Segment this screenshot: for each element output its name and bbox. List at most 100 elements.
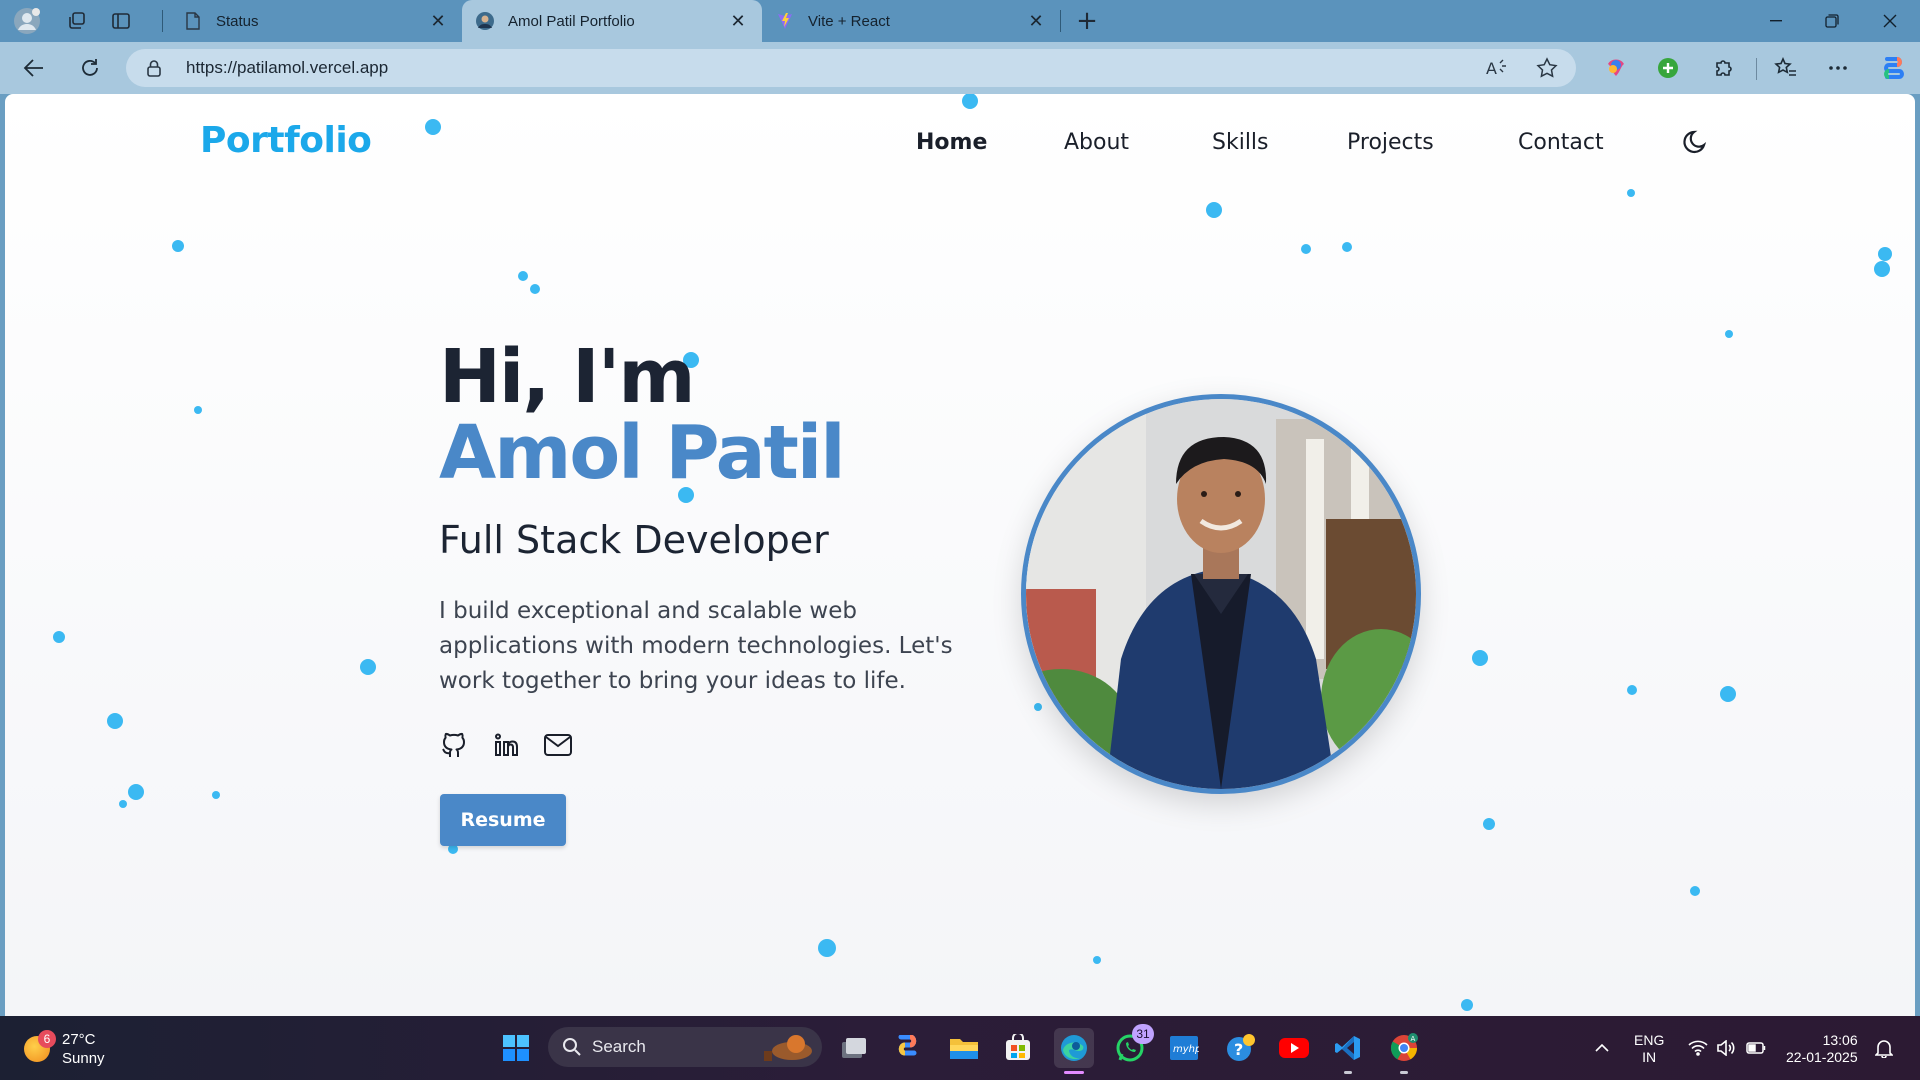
mail-icon[interactable] (543, 730, 573, 760)
show-hidden-icons-icon[interactable] (1592, 1032, 1612, 1064)
copilot-icon[interactable] (1878, 52, 1910, 84)
hero-greeting: Hi, I'm (439, 334, 695, 420)
vscode-icon[interactable] (1328, 1028, 1368, 1074)
weather-temp: 27°C (62, 1031, 96, 1048)
battery-icon[interactable] (1744, 1032, 1768, 1064)
tab-title: Vite + React (808, 12, 890, 30)
page-viewport: Portfolio Home About Skills Projects Con… (5, 94, 1915, 1016)
particle-dot (212, 791, 220, 799)
tab-vite-react[interactable]: Vite + React ✕ (762, 0, 1060, 42)
particle-dot (1034, 703, 1042, 711)
youtube-icon[interactable] (1274, 1028, 1314, 1068)
address-bar[interactable]: https://patilamol.vercel.app A (126, 49, 1576, 87)
particle-dot (360, 659, 376, 675)
active-app-indicator (1064, 1071, 1084, 1074)
nav-contact[interactable]: Contact (1518, 130, 1604, 155)
sun-icon: 6 (24, 1030, 56, 1062)
weather-widget[interactable]: 6 27°C Sunny (24, 1030, 105, 1068)
whatsapp-icon[interactable]: 31 (1110, 1024, 1154, 1068)
site-logo[interactable]: Portfolio (200, 120, 372, 161)
clock-date: 22-01-2025 (1786, 1049, 1858, 1065)
running-app-indicator (1400, 1071, 1408, 1074)
region-code: IN (1642, 1049, 1657, 1065)
particle-dot (1342, 242, 1352, 252)
more-options-icon[interactable] (1822, 52, 1854, 84)
tab-title: Status (216, 12, 259, 30)
close-tab-icon[interactable]: ✕ (728, 11, 748, 31)
workspaces-icon[interactable] (62, 7, 92, 35)
close-tab-icon[interactable]: ✕ (1026, 11, 1046, 31)
particle-dot (425, 119, 441, 135)
particle-dot (1878, 247, 1892, 261)
refresh-icon[interactable] (74, 52, 106, 84)
task-view-icon[interactable] (834, 1028, 874, 1068)
profile-avatar-icon[interactable] (12, 7, 42, 35)
green-extension-icon[interactable] (1652, 52, 1684, 84)
close-window-icon[interactable] (1862, 0, 1918, 42)
particle-dot (818, 939, 836, 957)
github-icon[interactable] (439, 730, 469, 760)
particle-dot (1627, 685, 1637, 695)
svg-text:?: ? (1234, 1040, 1243, 1059)
search-icon (563, 1038, 581, 1056)
nav-home[interactable]: Home (916, 130, 987, 155)
copilot-app-icon[interactable] (888, 1028, 928, 1068)
page-icon (184, 12, 202, 30)
read-aloud-icon[interactable]: A (1486, 57, 1510, 83)
notification-bell-icon[interactable] (1872, 1032, 1896, 1064)
resume-button[interactable]: Resume (440, 794, 566, 846)
particle-dot (1720, 686, 1736, 702)
tab-separator (1060, 10, 1061, 32)
tab-status[interactable]: Status ✕ (170, 0, 462, 42)
clock-time: 13:06 (1822, 1032, 1858, 1048)
particle-dot (1093, 956, 1101, 964)
social-links (439, 730, 573, 760)
wifi-icon[interactable] (1686, 1032, 1710, 1064)
svg-text:A: A (1411, 1035, 1416, 1043)
nav-about[interactable]: About (1064, 130, 1129, 155)
windows-start-icon[interactable] (496, 1028, 536, 1068)
portfolio-favicon-icon (476, 12, 494, 30)
nav-skills[interactable]: Skills (1212, 130, 1269, 155)
moon-icon[interactable] (1678, 124, 1714, 160)
hero-description: I build exceptional and scalable web app… (439, 598, 953, 694)
tab-portfolio[interactable]: Amol Patil Portfolio ✕ (462, 0, 762, 42)
chrome-icon[interactable]: A (1384, 1028, 1424, 1074)
file-explorer-icon[interactable] (944, 1028, 984, 1068)
back-icon[interactable] (18, 52, 50, 84)
favorite-star-icon[interactable] (1536, 57, 1558, 83)
help-app-icon[interactable]: ? (1220, 1028, 1260, 1068)
close-tab-icon[interactable]: ✕ (428, 11, 448, 31)
minimize-icon[interactable] (1748, 0, 1804, 42)
whatsapp-badge: 31 (1132, 1024, 1154, 1044)
volume-icon[interactable] (1714, 1032, 1738, 1064)
tab-actions-icon[interactable] (106, 7, 136, 35)
nav-projects[interactable]: Projects (1347, 130, 1434, 155)
profile-photo (1021, 394, 1421, 794)
search-label: Search (592, 1037, 646, 1056)
windows-taskbar: 6 27°C Sunny Search 31 myhp ? A ENG IN 1… (0, 1016, 1920, 1080)
particle-dot (1874, 261, 1890, 277)
lock-icon[interactable] (146, 59, 162, 81)
particle-dot (1483, 818, 1495, 830)
new-tab-icon[interactable]: + (1072, 6, 1102, 36)
hero-role: Full Stack Developer (439, 518, 829, 562)
myhp-icon[interactable]: myhp (1164, 1028, 1204, 1068)
particle-dot (194, 406, 202, 414)
edge-browser-icon[interactable] (1054, 1028, 1094, 1074)
language-indicator[interactable]: ENG IN (1634, 1032, 1664, 1066)
system-clock[interactable]: 13:06 22-01-2025 (1786, 1032, 1858, 1066)
linkedin-icon[interactable] (491, 730, 521, 760)
hero-name: Amol Patil (439, 410, 846, 496)
restore-icon[interactable] (1804, 0, 1860, 42)
extensions-puzzle-icon[interactable] (1708, 52, 1740, 84)
browser-tab-strip: Status ✕ Amol Patil Portfolio ✕ Vite + R… (0, 0, 1920, 42)
svg-text:A: A (1486, 59, 1497, 78)
particle-dot (1627, 189, 1635, 197)
microsoft-store-icon[interactable] (998, 1028, 1038, 1068)
particle-dot (107, 713, 123, 729)
url-text[interactable]: https://patilamol.vercel.app (186, 58, 388, 78)
copilot-extension-icon[interactable] (1600, 52, 1632, 84)
taskbar-search[interactable]: Search (548, 1027, 822, 1067)
favorites-icon[interactable] (1770, 52, 1802, 84)
